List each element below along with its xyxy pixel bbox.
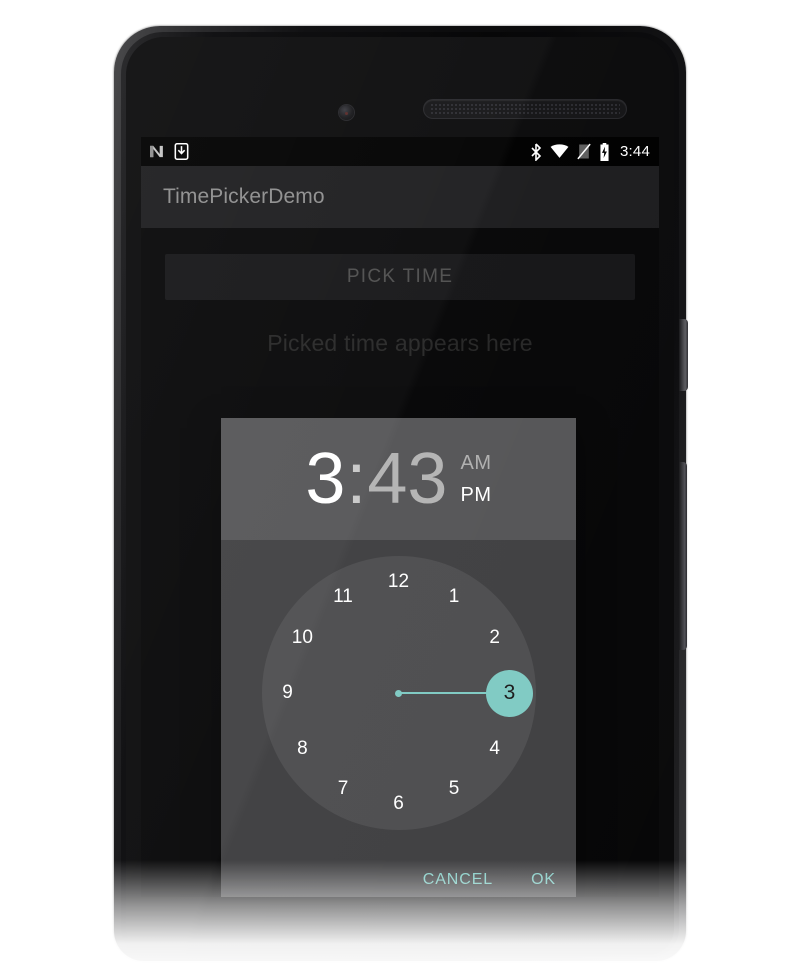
clock-hand xyxy=(398,692,487,694)
clock-hour-6[interactable]: 6 xyxy=(382,787,416,821)
cancel-button[interactable]: CANCEL xyxy=(417,863,499,897)
wifi-icon xyxy=(550,144,569,158)
battery-charging-icon xyxy=(600,142,609,161)
earpiece-speaker-icon xyxy=(424,100,626,118)
clock-selected-hour[interactable]: 3 xyxy=(486,669,533,717)
am-option[interactable]: AM xyxy=(460,453,491,473)
clock-hour-12[interactable]: 12 xyxy=(382,565,416,599)
time-separator: : xyxy=(346,439,367,519)
dialog-action-bar: CANCEL OK xyxy=(417,863,562,897)
meridiem-selector: AM PM xyxy=(460,453,491,505)
clock-hour-4[interactable]: 4 xyxy=(478,732,512,766)
clock-hour-7[interactable]: 7 xyxy=(326,772,360,806)
status-bar-left-icons xyxy=(148,143,189,160)
time-picker-dialog: 3 : 43 AM PM 3 1 2 4 5 6 7 8 9 10 11 12 … xyxy=(221,418,576,897)
hour-value[interactable]: 3 xyxy=(305,443,345,515)
no-sim-cellular-icon xyxy=(577,143,591,160)
clock-hand-center-dot xyxy=(395,689,402,697)
volume-rocker-button[interactable] xyxy=(679,462,687,650)
time-picker-body: 3 1 2 4 5 6 7 8 9 10 11 12 CANCEL OK xyxy=(221,540,576,897)
time-display: 3 : 43 xyxy=(305,443,447,515)
minute-value[interactable]: 43 xyxy=(367,443,447,515)
pm-option[interactable]: PM xyxy=(460,485,491,505)
front-camera-icon xyxy=(339,105,354,120)
time-picker-header: 3 : 43 AM PM xyxy=(221,418,576,540)
status-bar-clock: 3:44 xyxy=(620,143,650,160)
status-bar: 3:44 xyxy=(141,137,659,166)
clock-hour-5[interactable]: 5 xyxy=(437,772,471,806)
android-n-logo-icon xyxy=(150,145,163,158)
app-toolbar: TimePickerDemo xyxy=(141,166,659,228)
app-title: TimePickerDemo xyxy=(163,185,325,208)
download-install-icon xyxy=(174,143,189,160)
ok-button[interactable]: OK xyxy=(525,863,562,897)
clock-hour-10[interactable]: 10 xyxy=(285,621,319,655)
clock-dial[interactable]: 3 1 2 4 5 6 7 8 9 10 11 12 xyxy=(261,556,536,830)
screenshot-stage: 3:44 TimePickerDemo PICK TIME Picked tim… xyxy=(0,0,800,980)
clock-hour-9[interactable]: 9 xyxy=(271,676,305,710)
app-content: PICK TIME Picked time appears here 3 : 4… xyxy=(141,228,659,897)
clock-hour-8[interactable]: 8 xyxy=(285,732,319,766)
clock-hour-2[interactable]: 2 xyxy=(478,621,512,655)
power-button[interactable] xyxy=(679,319,688,391)
clock-hour-1[interactable]: 1 xyxy=(437,580,471,614)
bluetooth-icon xyxy=(531,142,542,161)
device-screen: 3:44 TimePickerDemo PICK TIME Picked tim… xyxy=(141,137,659,897)
clock-hour-11[interactable]: 11 xyxy=(326,580,360,614)
status-bar-right-icons: 3:44 xyxy=(530,142,650,161)
